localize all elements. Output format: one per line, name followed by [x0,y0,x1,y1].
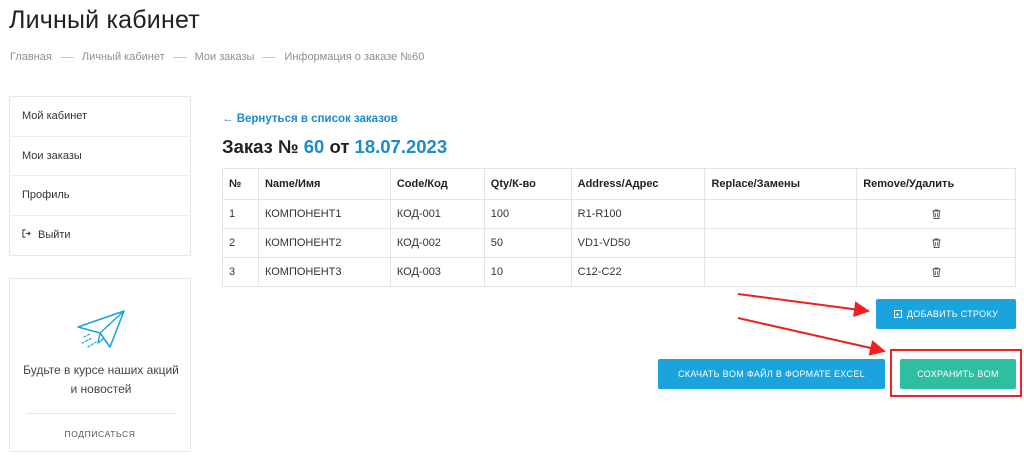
breadcrumb-cabinet[interactable]: Личный кабинет [82,51,165,63]
sidebar-item-label: Мой кабинет [22,110,88,123]
column-header: Address/Адрес [570,168,706,200]
cell-remove [856,199,1016,229]
cell-qty: 10 [483,257,572,287]
breadcrumb-separator [59,56,74,58]
breadcrumb-separator [262,56,277,58]
sidebar-item-label: Выйти [38,229,71,242]
annotation-arrow-add-row [737,293,870,318]
table-row: 2 КОМПОНЕНТ2 КОД-002 50 VD1-VD50 [222,228,1016,258]
cell-replace[interactable] [704,257,858,287]
cell-number: 3 [222,257,259,287]
subscribe-text: Будьте в курсе наших акций и новостей [23,363,179,396]
sidebar-item-profile[interactable]: Профиль [10,176,190,216]
trash-icon[interactable] [932,209,941,220]
add-row-label: ДОБАВИТЬ СТРОКУ [906,309,999,319]
annotation-highlight-box [890,349,1022,397]
breadcrumb-orders[interactable]: Мои заказы [195,51,255,63]
logout-icon [22,229,31,241]
breadcrumb-separator [172,56,187,58]
column-header: Name/Имя [257,168,391,200]
column-header: № [222,168,259,200]
cell-code: КОД-002 [389,228,485,258]
annotation-arrow-save [737,317,886,356]
breadcrumb-current: Информация о заказе №60 [284,51,425,63]
cell-qty: 100 [483,199,572,229]
breadcrumb: Главная Личный кабинет Мои заказы Информ… [10,51,424,63]
sidebar-menu: Мой кабинет Мои заказы Профиль Выйти [9,96,191,256]
plus-square-icon [893,310,902,318]
sidebar-item-label: Профиль [22,189,70,202]
cell-number: 2 [222,228,259,258]
back-to-orders-link[interactable]: ← Вернуться в список заказов [222,113,398,125]
cell-address: VD1-VD50 [570,228,706,258]
order-date: 18.07.2023 [354,136,448,157]
sidebar-item-label: Мои заказы [22,149,82,162]
column-header: Remove/Удалить [856,168,1016,200]
subscribe-link[interactable]: ПОДПИСАТЬСЯ [10,429,190,439]
table-row: 3 КОМПОНЕНТ3 КОД-003 10 C12-C22 [222,257,1016,287]
table-row: 1 КОМПОНЕНТ1 КОД-001 100 R1-R100 [222,199,1016,229]
sidebar-item-my-cabinet[interactable]: Мой кабинет [10,97,190,137]
cell-address: R1-R100 [570,199,706,229]
cell-remove [856,257,1016,287]
page-title: Личный кабинет [9,6,200,34]
order-title-prefix: Заказ № [222,136,299,157]
order-table: № Name/Имя Code/Код Qty/К-во Address/Адр… [222,168,1016,287]
cell-number: 1 [222,199,259,229]
breadcrumb-home[interactable]: Главная [10,51,52,63]
cell-name: КОМПОНЕНТ3 [257,257,391,287]
order-title: Заказ № 60 от 18.07.2023 [222,136,447,158]
column-header: Replace/Замены [704,168,858,200]
add-row-button[interactable]: ДОБАВИТЬ СТРОКУ [876,299,1016,329]
order-title-mid: от [329,136,350,157]
order-number: 60 [303,136,325,157]
subscribe-divider [26,413,176,414]
column-header: Code/Код [389,168,485,200]
table-header-row: № Name/Имя Code/Код Qty/К-во Address/Адр… [222,168,1016,200]
trash-icon[interactable] [932,267,941,278]
cell-name: КОМПОНЕНТ1 [257,199,391,229]
paper-plane-icon [77,310,125,348]
cell-address: C12-C22 [570,257,706,287]
trash-icon[interactable] [932,238,941,249]
sidebar-item-my-orders[interactable]: Мои заказы [10,137,190,176]
cell-code: КОД-001 [389,199,485,229]
cell-name: КОМПОНЕНТ2 [257,228,391,258]
cell-remove [856,228,1016,258]
sidebar-item-logout[interactable]: Выйти [10,216,190,256]
download-excel-button[interactable]: СКАЧАТЬ BOM ФАЙЛ В ФОРМАТЕ EXCEL [658,359,885,389]
cell-code: КОД-003 [389,257,485,287]
download-excel-label: СКАЧАТЬ BOM ФАЙЛ В ФОРМАТЕ EXCEL [678,369,865,379]
subscribe-card: Будьте в курсе наших акций и новостей ПО… [9,278,191,452]
column-header: Qty/К-во [483,168,572,200]
cell-replace[interactable] [704,228,858,258]
cell-qty: 50 [483,228,572,258]
cell-replace[interactable] [704,199,858,229]
